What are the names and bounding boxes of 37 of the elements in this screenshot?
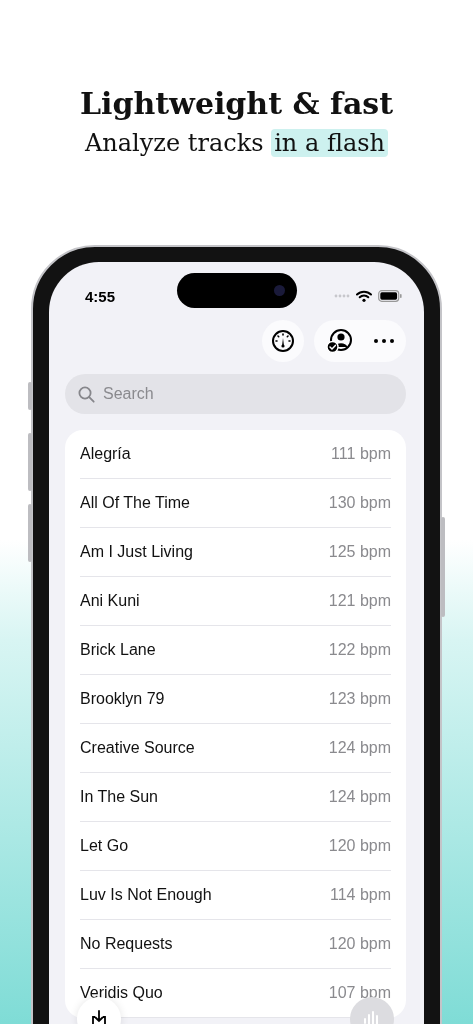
track-title[interactable]: No Requests: [80, 935, 173, 953]
track-title[interactable]: Am I Just Living: [80, 543, 193, 561]
signal-icon: [334, 294, 350, 298]
track-title[interactable]: Let Go: [80, 837, 129, 855]
battery-icon: [378, 290, 402, 302]
import-icon: [89, 1009, 109, 1024]
person-check-icon: [326, 328, 354, 354]
search-icon: [78, 386, 95, 403]
track-title[interactable]: Veridis Quo: [80, 984, 163, 1002]
wifi-icon: [356, 290, 372, 302]
track-bpm: 122 bpm: [328, 641, 391, 659]
track-bpm: 123 bpm: [328, 690, 391, 708]
track-bpm: 107 bpm: [328, 984, 391, 1002]
headline: Lightweight & fast: [78, 85, 395, 123]
meter-button[interactable]: [262, 320, 304, 362]
track-bpm: 124 bpm: [328, 739, 391, 757]
track-title[interactable]: Luv Is Not Enough: [80, 886, 212, 904]
subheadline: Analyze tracks in a flash: [0, 126, 473, 160]
track-bpm: 114 bpm: [329, 886, 391, 904]
track-title[interactable]: Creative Source: [80, 739, 195, 757]
track-title[interactable]: All Of The Time: [80, 494, 190, 512]
track-title[interactable]: In The Sun: [80, 788, 158, 806]
gauge-icon: [271, 329, 295, 353]
more-icon: [374, 339, 394, 343]
status-time: 4:55: [85, 287, 116, 305]
search-field[interactable]: Search: [65, 374, 406, 414]
track-title[interactable]: Brooklyn 79: [80, 690, 165, 708]
track-title[interactable]: Brick Lane: [80, 641, 156, 659]
track-bpm: 120 bpm: [328, 837, 391, 855]
track-bpm: 124 bpm: [328, 788, 391, 806]
track-bpm: 111 bpm: [331, 445, 391, 463]
track-bpm: 121 bpm: [328, 592, 391, 610]
track-title[interactable]: Ani Kuni: [80, 592, 140, 610]
track-title[interactable]: Alegría: [80, 445, 131, 463]
track-bpm: 125 bpm: [328, 543, 391, 561]
track-bpm: 120 bpm: [328, 935, 391, 953]
track-bpm: 130 bpm: [328, 494, 391, 512]
